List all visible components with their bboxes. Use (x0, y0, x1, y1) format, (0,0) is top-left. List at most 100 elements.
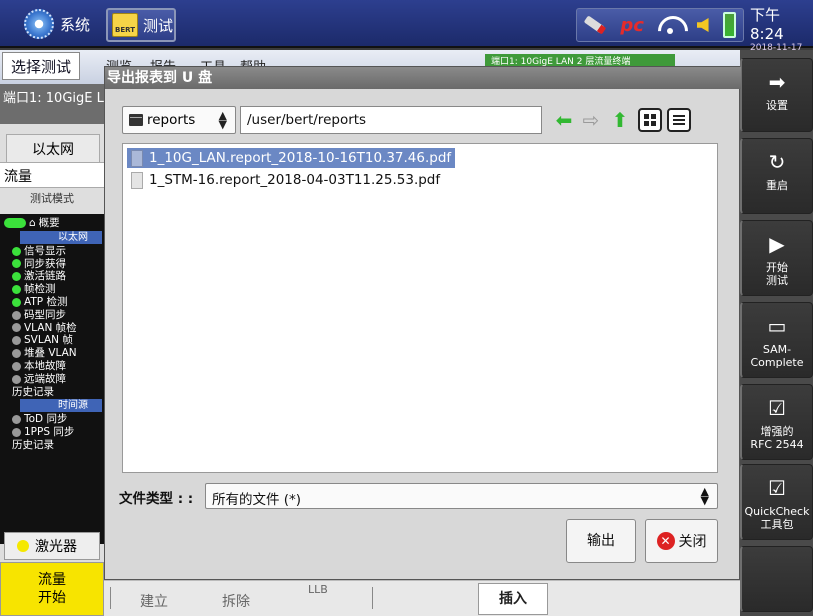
separator (110, 587, 111, 609)
tree-item[interactable]: 本地故障 (0, 360, 104, 373)
status-dot-icon (12, 310, 21, 320)
start-traffic-button[interactable]: 流量 开始 (0, 562, 104, 616)
close-icon: ✕ (656, 532, 675, 550)
icon-view-button[interactable] (638, 108, 662, 132)
setup-loop-button[interactable]: 建立 (140, 591, 168, 611)
dialog-title: 导出报表到 U 盘 (105, 67, 741, 89)
clock-time: 下午8:24 (750, 6, 784, 43)
status-tree: ⌂ 概要 以太网 信号显示 同步获得 激活链路 帧检测 ATP 检测 码型同步 VLAN 帧… (0, 214, 104, 544)
tree-item-label: 本地故障 (24, 359, 66, 372)
export-button[interactable]: 输出 (566, 519, 636, 563)
status-dot-icon (12, 415, 21, 425)
tree-history[interactable]: 历史记录 (0, 386, 104, 399)
tree-item[interactable]: 码型同步 (0, 309, 104, 322)
select-test-menu[interactable]: 选择测试 (2, 52, 81, 80)
test-button[interactable]: BERT 测试 (106, 8, 176, 42)
tree-item-label: 激活链路 (24, 270, 66, 283)
llb-button[interactable]: LLB (308, 583, 328, 596)
tree-item[interactable]: 远端故障 (0, 373, 104, 386)
tree-item-label: 码型同步 (24, 308, 66, 321)
tree-item[interactable]: 同步获得 (0, 258, 104, 271)
tree-item-label: ToD 同步 (24, 413, 68, 426)
status-dot-icon (12, 349, 21, 359)
tree-item-label: 1PPS 同步 (24, 426, 75, 439)
tree-history[interactable]: 历史记录 (0, 439, 104, 452)
window-icon: ▭ (767, 314, 787, 338)
restart-button[interactable]: ↻ 重启 (740, 138, 813, 214)
close-button[interactable]: ✕ 关闭 (645, 519, 718, 563)
export-dialog: 导出报表到 U 盘 reports ▲▼ ⬅ ⇨ ⬆ (104, 66, 741, 580)
file-item[interactable]: 1_10G_LAN.report_2018-10-16T10.37.46.pdf (127, 148, 456, 168)
battery-icon (722, 12, 736, 38)
tree-item-label: 堆叠 VLAN (24, 347, 77, 360)
status-dot-icon (12, 336, 21, 346)
tree-section-ethernet: 以太网 (20, 230, 102, 244)
right-panel: ➡ 设置 ↻ 重启 ▶ 开始 测试 ▭ SAM- Complete ☑ 增强的 … (740, 50, 813, 616)
pc-icon: pc (620, 14, 644, 36)
file-icon (131, 149, 143, 167)
laser-status-icon (17, 540, 29, 552)
list-view-button[interactable] (667, 108, 691, 132)
tree-item-label: ATP 检测 (24, 295, 68, 308)
path-input[interactable] (240, 106, 542, 134)
empty-button[interactable] (740, 546, 813, 612)
insert-button[interactable]: 插入 (478, 583, 548, 615)
file-list[interactable]: 1_10G_LAN.report_2018-10-16T10.37.46.pdf… (122, 143, 718, 473)
tab-ethernet[interactable]: 以太网 (6, 134, 100, 162)
test-mode-value[interactable]: 流量 (0, 162, 104, 188)
start-test-button[interactable]: ▶ 开始 测试 (740, 220, 813, 296)
tree-item[interactable]: 帧检测 (0, 283, 104, 296)
probe-icon (583, 15, 607, 35)
tree-summary[interactable]: ⌂ 概要 (0, 217, 104, 230)
file-type-select[interactable]: 所有的文件 (*) ▲ ▼ (205, 483, 718, 509)
restart-icon: ↻ (768, 150, 786, 174)
lock-icon: ⌂ (29, 217, 36, 229)
status-dot-icon (12, 323, 21, 333)
status-pill-icon (4, 218, 26, 229)
play-icon: ▶ (769, 232, 785, 256)
tree-item[interactable]: VLAN 帧检 (0, 322, 104, 335)
status-dot-icon (12, 428, 21, 438)
status-dot-icon (12, 374, 21, 384)
forward-arrow-icon[interactable]: ⇨ (579, 108, 603, 132)
status-dot-icon (12, 361, 21, 371)
tree-item-label: 信号显示 (24, 244, 66, 257)
setup-button[interactable]: ➡ 设置 (740, 58, 813, 132)
clock: 下午8:24 2018-11-17 (750, 4, 813, 53)
tree-item[interactable]: ToD 同步 (0, 413, 104, 426)
tree-item[interactable]: ATP 检测 (0, 296, 104, 309)
list-icon (673, 115, 685, 125)
tree-item[interactable]: 1PPS 同步 (0, 426, 104, 439)
dialog-toolbar: reports ▲▼ ⬅ ⇨ ⬆ (105, 89, 741, 137)
up-arrow-icon[interactable]: ⬆ (608, 108, 632, 132)
quickcheck-button[interactable]: ☑ QuickCheck 工具包 (740, 464, 813, 540)
file-icon (131, 171, 143, 189)
laser-label: 激光器 (35, 539, 77, 555)
teardown-button[interactable]: 拆除 (222, 591, 250, 611)
laser-toggle[interactable]: 激光器 (4, 532, 100, 560)
test-label: 测试 (143, 16, 174, 35)
rfc2544-button[interactable]: ☑ 增强的 RFC 2544 (740, 384, 813, 460)
tree-item-label: 远端故障 (24, 372, 66, 385)
status-dot-icon (12, 259, 21, 269)
left-panel: 端口1: 10GigE LAN 以太网 流量 测试模式 ⌂ 概要 以太网 信号显… (0, 84, 104, 616)
status-dot-icon (12, 297, 21, 307)
sam-complete-button[interactable]: ▭ SAM- Complete (740, 302, 813, 378)
tree-item[interactable]: 激活链路 (0, 270, 104, 283)
back-arrow-icon[interactable]: ⬅ (552, 108, 576, 132)
tree-item[interactable]: 堆叠 VLAN (0, 347, 104, 360)
tree-item[interactable]: SVLAN 帧 (0, 334, 104, 347)
file-item[interactable]: 1_STM-16.report_2018-04-03T11.25.53.pdf (127, 170, 444, 190)
app-window: 系统 BERT 测试 pc 下午8:24 2018-11-17 选择测试 测览 … (0, 0, 813, 616)
bottom-action-bar: 建立 拆除 LLB 插入 (104, 580, 740, 616)
status-dot-icon (12, 272, 21, 282)
bert-icon: BERT (112, 13, 138, 37)
tree-section-time: 时间源 (20, 399, 102, 413)
updown-icon: ▲ ▼ (700, 485, 709, 507)
location-select[interactable]: reports ▲ ▼ (122, 106, 236, 134)
tree-item-label: VLAN 帧检 (24, 321, 77, 334)
tree-item[interactable]: 信号显示 (0, 245, 104, 258)
wifi-icon (658, 16, 682, 34)
system-button[interactable]: 系统 (4, 6, 100, 42)
port-label: 端口1: 10GigE LAN (0, 84, 104, 124)
